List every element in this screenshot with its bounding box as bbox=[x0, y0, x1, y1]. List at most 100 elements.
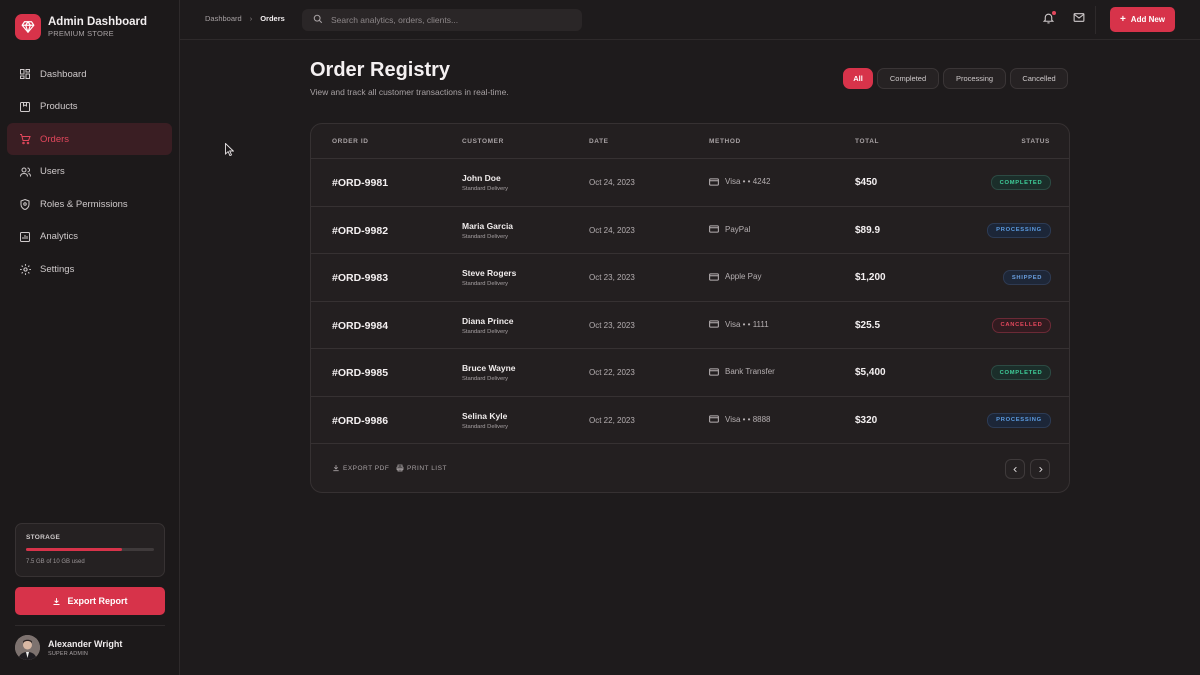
download-icon bbox=[332, 464, 340, 472]
order-total: $5,400 bbox=[855, 367, 886, 378]
sidebar-item-label: Roles & Permissions bbox=[40, 198, 128, 210]
order-date: Oct 24, 2023 bbox=[589, 225, 635, 235]
delivery-type: Standard Delivery bbox=[462, 328, 509, 335]
print-list-button[interactable]: PRINT LIST bbox=[396, 464, 447, 472]
customer-name: Selina Kyle bbox=[462, 410, 508, 421]
export-pdf-button[interactable]: EXPORT PDF bbox=[332, 464, 389, 472]
avatar bbox=[15, 635, 40, 660]
payment-method-label: Apple Pay bbox=[725, 272, 762, 281]
status-badge: COMPLETED bbox=[991, 175, 1051, 190]
storage-card: STORAGE 7.5 GB of 10 GB used bbox=[15, 523, 165, 577]
divider bbox=[1095, 6, 1096, 34]
sidebar-item-dashboard[interactable]: Dashboard bbox=[7, 58, 172, 90]
order-date: Oct 24, 2023 bbox=[589, 178, 635, 187]
payment-method: Visa • • 4242 bbox=[709, 177, 770, 186]
filter-processing[interactable]: Processing bbox=[943, 68, 1006, 89]
order-date: Oct 22, 2023 bbox=[589, 368, 635, 377]
credit-card-icon bbox=[709, 367, 719, 376]
order-id[interactable]: #ORD-9985 bbox=[332, 367, 388, 379]
sidebar: Admin Dashboard PREMIUM STORE Dashboard … bbox=[0, 0, 180, 675]
breadcrumb-item-dashboard[interactable]: Dashboard bbox=[205, 14, 242, 23]
page-title: Order Registry bbox=[310, 59, 451, 81]
delivery-type: Standard Delivery bbox=[462, 233, 509, 240]
sidebar-item-label: Products bbox=[40, 101, 78, 113]
table-row[interactable]: #ORD-9986 Selina Kyle Standard Delivery … bbox=[311, 397, 1069, 444]
prev-page-button[interactable] bbox=[1005, 459, 1025, 479]
table-row[interactable]: #ORD-9982 Maria Garcia Standard Delivery… bbox=[311, 207, 1069, 254]
payment-method-label: Visa • • 8888 bbox=[725, 414, 771, 424]
column-header-customer: CUSTOMER bbox=[462, 138, 504, 145]
sidebar-item-products[interactable]: Products bbox=[7, 91, 172, 123]
table-footer: EXPORT PDF PRINT LIST bbox=[311, 444, 1069, 492]
search-bar[interactable] bbox=[302, 9, 582, 31]
box-icon bbox=[18, 100, 32, 114]
order-id[interactable]: #ORD-9986 bbox=[332, 415, 388, 427]
users-icon bbox=[18, 165, 32, 179]
customer-name: Maria Garcia bbox=[462, 220, 514, 231]
payment-method: Apple Pay bbox=[709, 272, 761, 281]
plus-icon: + bbox=[1119, 14, 1126, 25]
table-row[interactable]: #ORD-9984 Diana Prince Standard Delivery… bbox=[311, 302, 1069, 349]
sidebar-item-roles-permissions[interactable]: Roles & Permissions bbox=[7, 188, 172, 220]
order-id[interactable]: #ORD-9984 bbox=[332, 320, 388, 332]
column-header-order-id: ORDER ID bbox=[332, 138, 369, 145]
add-new-label: Add New bbox=[1130, 15, 1166, 24]
filter-all[interactable]: All bbox=[843, 68, 873, 89]
status-badge: COMPLETED bbox=[991, 365, 1051, 380]
order-total: $1,200 bbox=[855, 272, 886, 283]
table-row[interactable]: #ORD-9985 Bruce Wayne Standard Delivery … bbox=[311, 349, 1069, 397]
column-header-date: DATE bbox=[589, 138, 609, 145]
credit-card-icon bbox=[709, 415, 719, 423]
shield-icon bbox=[18, 197, 32, 211]
brand-subtitle: PREMIUM STORE bbox=[48, 29, 114, 38]
order-date: Oct 22, 2023 bbox=[589, 415, 635, 425]
column-header-total: TOTAL bbox=[855, 138, 880, 145]
cart-icon bbox=[18, 132, 32, 146]
sidebar-nav: Dashboard Products Orders Users Roles & … bbox=[7, 58, 172, 286]
export-pdf-label: EXPORT PDF bbox=[343, 464, 390, 472]
filter-cancelled[interactable]: Cancelled bbox=[1010, 68, 1068, 89]
filter-completed[interactable]: Completed bbox=[877, 68, 939, 89]
sidebar-item-settings[interactable]: Settings bbox=[7, 254, 172, 286]
payment-method: Visa • • 8888 bbox=[709, 415, 770, 424]
next-page-button[interactable] bbox=[1030, 459, 1050, 479]
credit-card-icon bbox=[709, 272, 719, 281]
user-role: SUPER ADMIN bbox=[48, 650, 89, 657]
status-badge: CANCELLED bbox=[992, 317, 1051, 333]
user-profile[interactable]: Alexander Wright SUPER ADMIN bbox=[15, 635, 122, 660]
search-input[interactable] bbox=[331, 15, 571, 25]
divider bbox=[15, 625, 165, 626]
status-badge: PROCESSING bbox=[987, 222, 1051, 238]
table-row[interactable]: #ORD-9981 John Doe Standard Delivery Oct… bbox=[311, 159, 1069, 207]
add-new-button[interactable]: + Add New bbox=[1110, 7, 1175, 32]
download-icon bbox=[52, 597, 61, 606]
credit-card-icon bbox=[709, 225, 719, 233]
delivery-type: Standard Delivery bbox=[462, 376, 509, 382]
delivery-type: Standard Delivery bbox=[462, 186, 509, 192]
mail-icon[interactable] bbox=[1072, 11, 1086, 25]
sidebar-item-users[interactable]: Users bbox=[7, 156, 172, 188]
storage-progress-fill bbox=[26, 548, 122, 551]
export-report-button[interactable]: Export Report bbox=[15, 587, 165, 615]
notification-bell-icon[interactable] bbox=[1042, 11, 1056, 25]
chevron-right-icon: › bbox=[249, 14, 253, 23]
chart-icon bbox=[18, 230, 32, 244]
payment-method: Bank Transfer bbox=[709, 367, 775, 376]
sidebar-item-orders[interactable]: Orders bbox=[7, 123, 172, 156]
table-row[interactable]: #ORD-9983 Steve Rogers Standard Delivery… bbox=[311, 254, 1069, 302]
order-id[interactable]: #ORD-9983 bbox=[332, 272, 388, 284]
sidebar-item-analytics[interactable]: Analytics bbox=[7, 221, 172, 253]
order-id[interactable]: #ORD-9981 bbox=[332, 177, 388, 189]
order-id[interactable]: #ORD-9982 bbox=[332, 225, 388, 237]
storage-text: 7.5 GB of 10 GB used bbox=[26, 559, 85, 565]
orders-table: ORDER ID CUSTOMER DATE METHOD TOTAL STAT… bbox=[310, 123, 1070, 493]
customer-name: John Doe bbox=[462, 173, 501, 183]
chevron-right-icon bbox=[1037, 460, 1044, 478]
brand-title: Admin Dashboard bbox=[48, 16, 148, 28]
brand[interactable]: Admin Dashboard PREMIUM STORE bbox=[15, 14, 147, 40]
export-report-label: Export Report bbox=[67, 596, 128, 606]
payment-method: Visa • • 1111 bbox=[709, 320, 769, 329]
delivery-type: Standard Delivery bbox=[462, 423, 509, 430]
breadcrumb-item-orders: Orders bbox=[260, 14, 285, 23]
breadcrumb: Dashboard › Orders bbox=[205, 14, 285, 23]
